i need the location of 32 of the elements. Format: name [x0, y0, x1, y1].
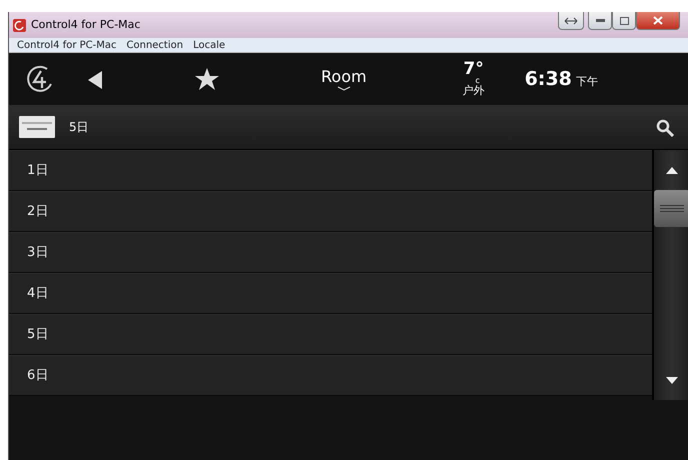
scrollbar-thumb[interactable]	[654, 190, 688, 227]
menu-item[interactable]: Connection	[122, 38, 188, 52]
clock-time: 6:38	[524, 66, 572, 92]
device-icon	[19, 116, 55, 138]
close-icon	[653, 16, 663, 25]
resize-icon	[564, 16, 578, 24]
clock-period: 下午	[576, 74, 598, 90]
temperature-unit: c	[475, 77, 480, 85]
list-item[interactable]: 5日	[9, 314, 652, 355]
up-arrow-icon	[666, 166, 678, 174]
section-title: 5日	[69, 119, 89, 136]
favorites-button[interactable]	[195, 66, 219, 92]
close-button[interactable]	[636, 12, 680, 30]
menu-item[interactable]: Locale	[188, 38, 230, 52]
temperature: 7°	[463, 62, 484, 77]
list-item[interactable]: 6日	[9, 355, 652, 396]
minimize-icon	[596, 19, 604, 22]
maximize-icon	[620, 16, 628, 24]
menu-item[interactable]: Control4 for PC-Mac	[12, 38, 122, 52]
list-item[interactable]: 1日	[9, 150, 652, 191]
list-item[interactable]: 2日	[9, 191, 652, 232]
maximize-button[interactable]	[612, 12, 636, 30]
minimize-button[interactable]	[588, 12, 612, 30]
app-logo-icon	[13, 18, 26, 32]
chevron-down-icon	[336, 86, 351, 90]
down-arrow-icon	[666, 376, 678, 384]
window-title: Control4 for PC-Mac	[31, 16, 140, 33]
list-item[interactable]: 4日	[9, 273, 652, 314]
room-selector[interactable]: Room	[321, 68, 367, 90]
weather-label: 户外	[462, 85, 485, 96]
resize-button[interactable]	[558, 12, 584, 30]
list-item[interactable]: 3日	[9, 232, 652, 273]
